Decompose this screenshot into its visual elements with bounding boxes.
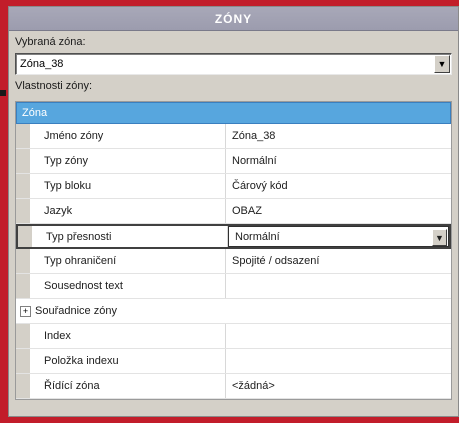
row-gutter [16, 174, 30, 198]
property-grid: Zóna Jméno zóny Zóna_38 Typ zóny Normáln… [15, 101, 452, 400]
row-gutter [16, 249, 30, 273]
row-gutter [16, 349, 30, 373]
selected-zone-value: Zóna_38 [20, 58, 64, 70]
property-row-selected[interactable]: Typ přesnosti Normální ▼ [16, 224, 451, 249]
property-name: Sousednost text [30, 274, 226, 298]
property-name: Index [30, 324, 226, 348]
outer-frame: ZÓNY Vybraná zóna: Zóna_38 ▼ Vlastnosti … [0, 0, 459, 423]
property-row[interactable]: Sousednost text [16, 274, 451, 299]
property-value[interactable]: Spojité / odsazení [226, 249, 451, 273]
property-name: Typ bloku [30, 174, 226, 198]
property-value: Normální [235, 230, 280, 243]
property-row[interactable]: Jméno zóny Zóna_38 [16, 124, 451, 149]
property-name: Položka indexu [30, 349, 226, 373]
selected-zone-label: Vybraná zóna: [15, 36, 86, 48]
panel-title: ZÓNY [9, 7, 458, 31]
property-value[interactable]: OBAZ [226, 199, 451, 223]
row-gutter [16, 324, 30, 348]
zone-properties-label: Vlastnosti zóny: [15, 80, 93, 92]
property-value[interactable] [226, 324, 451, 348]
expand-icon[interactable]: + [20, 305, 31, 317]
property-name: Jazyk [30, 199, 226, 223]
group-label: Souřadnice zóny [35, 305, 117, 317]
property-row[interactable]: Index [16, 324, 451, 349]
property-name: Řídící zóna [30, 374, 226, 398]
property-value[interactable]: Normální [226, 149, 451, 173]
row-gutter [18, 226, 32, 247]
property-name: Typ ohraničení [30, 249, 226, 273]
frame-marker [0, 90, 6, 96]
row-gutter [16, 199, 30, 223]
row-gutter [16, 124, 30, 148]
property-value[interactable] [226, 349, 451, 373]
property-row[interactable]: Řídící zóna <žádná> [16, 374, 451, 399]
property-name: Typ přesnosti [32, 226, 228, 247]
property-row[interactable]: Položka indexu [16, 349, 451, 374]
chevron-down-icon[interactable]: ▼ [432, 229, 447, 246]
row-gutter [16, 149, 30, 173]
property-row[interactable]: Typ zóny Normální [16, 149, 451, 174]
property-row[interactable]: Typ bloku Čárový kód [16, 174, 451, 199]
property-name: Typ zóny [30, 149, 226, 173]
group-row-zone-coordinates[interactable]: + Souřadnice zóny [16, 299, 451, 324]
property-value-dropdown[interactable]: Normální ▼ [228, 226, 449, 247]
property-value[interactable]: Zóna_38 [226, 124, 451, 148]
category-row-zone[interactable]: Zóna [16, 102, 451, 124]
property-value[interactable]: <žádná> [226, 374, 451, 398]
property-row[interactable]: Typ ohraničení Spojité / odsazení [16, 249, 451, 274]
zones-panel: ZÓNY Vybraná zóna: Zóna_38 ▼ Vlastnosti … [8, 6, 459, 417]
property-name: Jméno zóny [30, 124, 226, 148]
property-value[interactable] [226, 274, 451, 298]
row-gutter [16, 274, 30, 298]
property-row[interactable]: Jazyk OBAZ [16, 199, 451, 224]
chevron-down-icon[interactable]: ▼ [434, 55, 450, 73]
property-value[interactable]: Čárový kód [226, 174, 451, 198]
row-gutter [16, 374, 30, 398]
selected-zone-dropdown[interactable]: Zóna_38 ▼ [15, 53, 452, 75]
